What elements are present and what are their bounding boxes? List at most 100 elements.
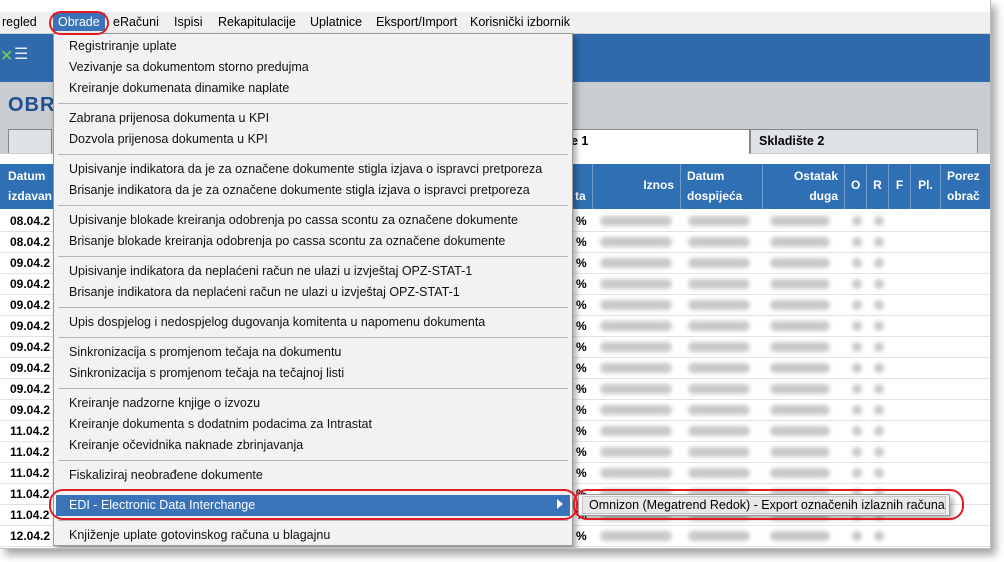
col-r[interactable]: R	[867, 164, 889, 209]
menu-uplatnice[interactable]: Uplatnice	[310, 15, 362, 29]
menu-item[interactable]: Brisanje indikatora da neplaćeni račun n…	[69, 285, 460, 299]
cell-pct: %	[576, 277, 587, 291]
cell-pct: %	[576, 256, 587, 270]
cell-date: 09.04.2	[10, 382, 51, 396]
redacted-value	[600, 279, 672, 289]
menu-separator	[58, 520, 568, 521]
col-f[interactable]: F	[889, 164, 911, 209]
menu-item-edi-label: EDI - Electronic Data Interchange	[69, 498, 256, 512]
menu-item[interactable]: Brisanje blokade kreiranja odobrenja po …	[69, 234, 505, 248]
cell-date: 09.04.2	[10, 361, 51, 375]
cell-date: 08.04.2	[10, 214, 51, 228]
redacted-value	[600, 237, 672, 247]
menu-item[interactable]: Kreiranje nadzorne knjige o izvozu	[69, 396, 260, 410]
menu-eracuni[interactable]: eRačuni	[113, 15, 159, 29]
cell-pct: %	[576, 529, 587, 543]
tab-skladiste-2[interactable]: Skladište 2	[750, 129, 978, 153]
redacted-value	[874, 468, 884, 478]
redacted-value	[600, 300, 672, 310]
menu-separator	[58, 154, 568, 155]
menu-item[interactable]: Registriranje uplate	[69, 39, 177, 53]
menu-item[interactable]: Vezivanje sa dokumentom storno predujma	[69, 60, 309, 74]
redacted-value	[852, 384, 862, 394]
redacted-value	[874, 216, 884, 226]
submenu-item-omnizon-export[interactable]: Omnizon (Megatrend Redok) - Export označ…	[582, 496, 946, 514]
excel-icon[interactable]: ✕	[0, 46, 13, 66]
redacted-value	[600, 321, 672, 331]
cell-date: 11.04.2	[10, 508, 50, 522]
col-ostatak-duga[interactable]: Ostatak duga	[763, 164, 845, 209]
redacted-value	[852, 447, 862, 457]
redacted-value	[600, 363, 672, 373]
redacted-value	[852, 531, 862, 541]
col-datum-dospijeca[interactable]: Datum dospijeća	[681, 164, 763, 209]
header-label: duga	[809, 189, 838, 203]
cell-pct: %	[576, 235, 587, 249]
redacted-value	[770, 342, 830, 352]
menu-korisnicki-izbornik[interactable]: Korisnički izbornik	[470, 15, 570, 29]
menu-pregled[interactable]: regled	[2, 15, 37, 29]
header-label: obrač	[947, 189, 980, 203]
menu-item[interactable]: Knjiženje uplate gotovinskog računa u bl…	[69, 528, 330, 542]
menu-item[interactable]: Brisanje indikatora da je za označene do…	[69, 183, 530, 197]
menu-rekapitulacije[interactable]: Rekapitulacije	[218, 15, 296, 29]
cell-pct: %	[576, 382, 587, 396]
redacted-value	[688, 216, 750, 226]
header-label: Datum	[8, 169, 46, 183]
col-porez[interactable]: Porez obrač	[941, 164, 990, 209]
col-pl[interactable]: Pl.	[911, 164, 941, 209]
redacted-value	[874, 426, 884, 436]
menu-item[interactable]: Sinkronizacija s promjenom tečaja na dok…	[69, 345, 341, 359]
menu-obrade[interactable]: Obrade	[53, 13, 105, 31]
redacted-value	[770, 531, 830, 541]
cell-date: 11.04.2	[10, 466, 50, 480]
redacted-value	[600, 384, 672, 394]
list-icon[interactable]: ☰	[14, 44, 28, 64]
redacted-value	[770, 237, 830, 247]
menu-item[interactable]: Upisivanje blokade kreiranja odobrenja p…	[69, 213, 518, 227]
menu-item[interactable]: Upis dospjelog i nedospjelog dugovanja k…	[69, 315, 485, 329]
cell-date: 11.04.2	[10, 424, 50, 438]
redacted-value	[852, 279, 862, 289]
menu-separator	[58, 256, 568, 257]
menu-item-edi[interactable]: EDI - Electronic Data Interchange	[56, 495, 570, 516]
menu-ispisi[interactable]: Ispisi	[174, 15, 202, 29]
redacted-value	[852, 321, 862, 331]
redacted-value	[688, 279, 750, 289]
redacted-value	[852, 363, 862, 373]
header-label: izdavan	[8, 189, 53, 203]
menu-item[interactable]: Zabrana prijenosa dokumenta u KPI	[69, 111, 269, 125]
menu-bar: regled Obrade eRačuni Ispisi Rekapitulac…	[0, 12, 990, 34]
redacted-value	[600, 342, 672, 352]
redacted-value	[770, 279, 830, 289]
menu-item[interactable]: Upisivanje indikatora da neplaćeni račun…	[69, 264, 472, 278]
redacted-value	[874, 342, 884, 352]
redacted-value	[852, 405, 862, 415]
redacted-value	[874, 300, 884, 310]
menu-item[interactable]: Kreiranje dokumenata dinamike naplate	[69, 81, 289, 95]
menu-item[interactable]: Kreiranje dokumenta s dodatnim podacima …	[69, 417, 372, 431]
menu-item[interactable]: Kreiranje očevidnika naknade zbrinjavanj…	[69, 438, 303, 452]
redacted-value	[770, 384, 830, 394]
redacted-value	[688, 237, 750, 247]
menu-eksport-import[interactable]: Eksport/Import	[376, 15, 457, 29]
tab-skladiste-1[interactable]: e 1	[562, 129, 750, 155]
menu-separator	[58, 460, 568, 461]
redacted-value	[600, 405, 672, 415]
col-o[interactable]: O	[845, 164, 867, 209]
tab-left[interactable]	[8, 129, 52, 153]
redacted-value	[874, 258, 884, 268]
menu-item[interactable]: Sinkronizacija s promjenom tečaja na teč…	[69, 366, 344, 380]
menu-item[interactable]: Dozvola prijenosa dokumenta u KPI	[69, 132, 268, 146]
cell-date: 09.04.2	[10, 298, 51, 312]
menu-item[interactable]: Upisivanje indikatora da je za označene …	[69, 162, 542, 176]
col-datum-izdavanja[interactable]: Datum izdavan	[0, 164, 55, 209]
redacted-value	[874, 363, 884, 373]
redacted-value	[770, 258, 830, 268]
cell-pct: %	[576, 298, 587, 312]
redacted-value	[874, 447, 884, 457]
menu-separator	[58, 337, 568, 338]
col-pct[interactable]: ta	[573, 164, 593, 209]
col-iznos[interactable]: Iznos	[593, 164, 681, 209]
menu-item[interactable]: Fiskaliziraj neobrađene dokumente	[69, 468, 263, 482]
